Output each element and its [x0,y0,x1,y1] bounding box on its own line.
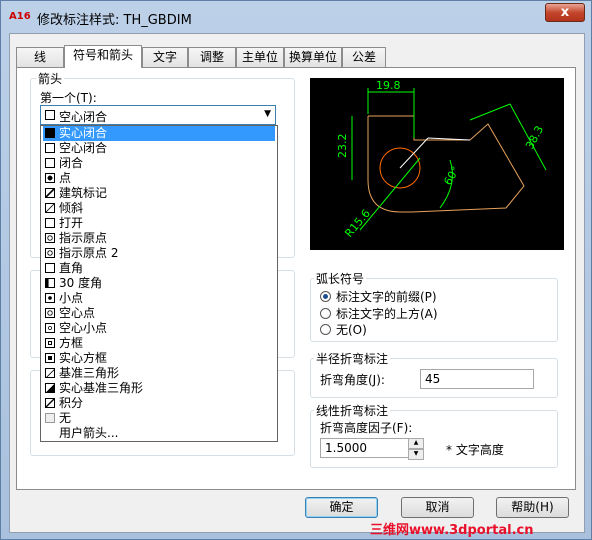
list-item[interactable]: 实心基准三角形 [43,381,275,396]
jog-angle-label: 折弯角度(J): [320,373,385,387]
list-item[interactable]: 打开 [43,216,275,231]
list-item[interactable]: 指示原点 2 [43,246,275,261]
part-outline [367,116,412,213]
first-arrow-select[interactable]: 空心闭合 ▼ [40,105,276,125]
list-item[interactable]: 建筑标记 [43,186,275,201]
tab-lines[interactable]: 线 [16,47,64,67]
list-item[interactable]: 指示原点 [43,231,275,246]
box-icon [45,338,55,348]
title-bar[interactable]: A16 修改标注样式: TH_GBDIM x [1,1,591,33]
oblique-icon [45,203,55,213]
dot-icon [45,173,55,183]
list-item[interactable]: 空心小点 [43,321,275,336]
dim-text: 23.2 [336,134,349,159]
closed-blank-arrow-icon [45,110,55,120]
dim-text: 38.3 [523,124,546,152]
center-line [399,137,429,169]
ok-button[interactable]: 确定 [305,497,378,518]
list-item[interactable]: 倾斜 [43,201,275,216]
list-item[interactable]: 积分 [43,396,275,411]
list-item[interactable]: 实心闭合 [43,126,275,141]
tab-symbols-arrows[interactable]: 符号和箭头 [64,45,142,68]
arrow-dropdown-list[interactable]: 实心闭合 空心闭合 闭合 点 建筑标记 倾斜 打开 指示原点 指示原点 2 直角… [40,125,278,442]
list-item[interactable]: 实心方框 [43,351,275,366]
arc-above-label: 标注文字的上方(A) [336,307,438,321]
help-button[interactable]: 帮助(H) [496,497,569,518]
jog-angle-input[interactable]: 45 [420,369,534,389]
watermark: 三维网www.3dportal.cn [370,523,534,538]
preview-drawing: 19.8 23.2 38.3 60° R15.6 [336,79,547,240]
list-item[interactable]: 闭合 [43,156,275,171]
preview-canvas: 19.8 23.2 38.3 60° R15.6 [310,78,564,250]
list-item[interactable]: 直角 [43,261,275,276]
list-item[interactable]: 空心点 [43,306,275,321]
dim-text: 19.8 [376,79,401,92]
list-item[interactable]: 基准三角形 [43,366,275,381]
radius-jog-group-label: 半径折弯标注 [314,350,391,367]
arc-above-radio[interactable] [320,308,331,319]
none-icon [45,413,55,423]
spin-down-icon[interactable]: ▼ [408,449,424,460]
origin-indicator-icon [45,233,55,243]
arc-none-radio[interactable] [320,324,331,335]
dim-line-right [469,103,511,121]
closed-blank-arrow-icon [45,143,55,153]
spin-up-icon[interactable]: ▲ [408,438,424,449]
close-icon: x [560,5,570,20]
list-item[interactable]: 30 度角 [43,276,275,291]
small-dot-icon [45,293,55,303]
arc-prefix-radio[interactable] [320,291,331,302]
dot-blank-icon [45,308,55,318]
architectural-tick-icon [45,188,55,198]
cancel-button[interactable]: 取消 [401,497,474,518]
arc-prefix-label: 标注文字的前缀(P) [336,290,437,304]
linear-jog-group-label: 线性折弯标注 [314,402,391,419]
first-arrow-label: 第一个(T): [40,91,97,105]
dim-text: R15.6 [342,207,373,240]
jog-height-unit: * 文字高度 [446,443,504,457]
integral-icon [45,398,55,408]
arrowheads-group-label: 箭头 [36,70,65,87]
window-title: 修改标注样式: TH_GBDIM [37,13,192,28]
part-outline-right [368,115,525,213]
datum-triangle-icon [45,368,55,378]
jog-height-input[interactable]: 1.5000 [320,438,410,458]
list-item[interactable]: 无 [43,411,275,426]
arc-none-label: 无(O) [336,323,367,337]
jog-height-stepper[interactable]: ▲ ▼ [408,438,424,460]
solid-closed-arrow-icon [45,128,55,138]
tab-fit[interactable]: 调整 [188,47,236,67]
jog-height-label: 折弯高度因子(F): [320,421,413,435]
tab-alternate-units[interactable]: 换算单位 [284,47,342,67]
list-item[interactable]: 小点 [43,291,275,306]
arc-length-group-label: 弧长符号 [314,270,367,287]
tab-primary-units[interactable]: 主单位 [236,47,284,67]
dot-small-blank-icon [45,323,55,333]
dim-text: 60° [441,164,462,187]
close-button[interactable]: x [545,3,585,22]
closed-arrow-icon [45,158,55,168]
app-icon: A16 [9,11,31,22]
open-30-icon [45,278,55,288]
first-arrow-value: 空心闭合 [59,110,108,124]
chevron-down-icon[interactable]: ▼ [264,109,271,119]
list-item[interactable]: 用户箭头... [43,426,275,441]
datum-triangle-filled-icon [45,383,55,393]
list-item[interactable]: 空心闭合 [43,141,275,156]
list-item[interactable]: 方框 [43,336,275,351]
right-angle-icon [45,263,55,273]
tab-tolerances[interactable]: 公差 [342,47,386,67]
open-arrow-icon [45,218,55,228]
box-filled-icon [45,353,55,363]
origin-indicator-2-icon [45,248,55,258]
tab-text[interactable]: 文字 [142,47,188,67]
list-item[interactable]: 点 [43,171,275,186]
